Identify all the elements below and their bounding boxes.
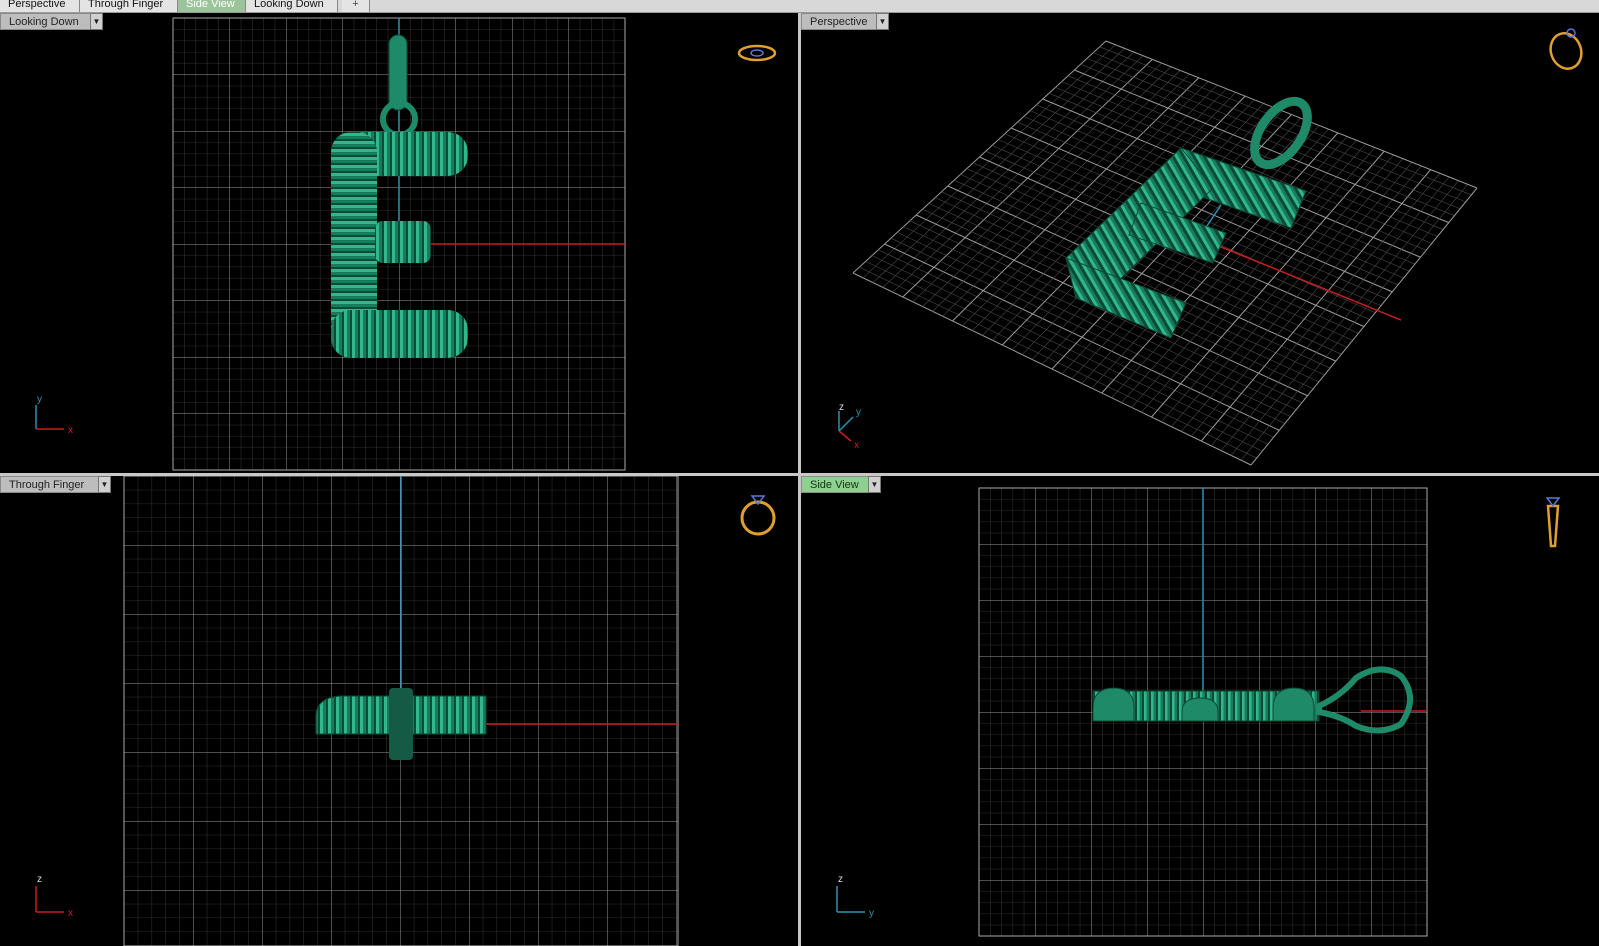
axis-label-z: z — [838, 874, 843, 885]
axis-triad: z y — [836, 874, 874, 919]
viewport-perspective[interactable]: z y x Perspective ▼ — [801, 13, 1599, 473]
tab-through-finger[interactable]: Through Finger — [80, 0, 178, 12]
viewport-label-through-finger[interactable]: Through Finger — [0, 476, 111, 493]
viewport-label-looking-down[interactable]: Looking Down — [0, 13, 103, 30]
viewport-through-finger[interactable]: z x Through Finger ▼ — [0, 476, 798, 946]
viewport-menu-dropdown[interactable]: ▼ — [90, 13, 103, 30]
perspective-canvas[interactable]: z y x — [801, 13, 1599, 473]
axis-label-y: y — [37, 394, 42, 405]
side-view-canvas[interactable]: z y — [801, 476, 1599, 946]
ring-front-view-icon[interactable] — [740, 495, 776, 536]
viewport-menu-dropdown[interactable]: ▼ — [876, 13, 889, 30]
axis-label-y: y — [869, 908, 874, 919]
viewport-looking-down[interactable]: y x Looking Down ▼ — [0, 13, 798, 473]
viewport-menu-dropdown[interactable]: ▼ — [98, 476, 111, 493]
viewport-divider-horizontal[interactable] — [0, 473, 1599, 476]
perspective-grid — [852, 40, 1478, 466]
axis-label-x: x — [68, 908, 73, 919]
tab-perspective[interactable]: Perspective — [0, 0, 80, 12]
viewport-menu-dropdown[interactable]: ▼ — [868, 476, 881, 493]
view-tab-bar: Perspective Through Finger Side View Loo… — [0, 0, 1599, 13]
ring-top-view-icon[interactable] — [737, 44, 777, 62]
ring-perspective-icon[interactable] — [1546, 28, 1587, 73]
axis-label-y: y — [856, 407, 861, 418]
tab-looking-down[interactable]: Looking Down — [246, 0, 338, 12]
axis-label-z: z — [37, 874, 42, 885]
tab-side-view[interactable]: Side View — [178, 0, 246, 12]
axis-triad: z x — [35, 874, 73, 919]
viewport-divider-vertical[interactable] — [798, 13, 801, 946]
add-tab-button[interactable]: + — [342, 0, 370, 12]
axis-label-z: z — [839, 402, 844, 413]
looking-down-canvas[interactable]: y x — [0, 13, 798, 473]
axis-triad: y x — [35, 394, 73, 436]
axis-triad: z y x — [838, 402, 861, 451]
axis-label-x: x — [854, 440, 859, 451]
through-finger-canvas[interactable]: z x — [0, 476, 798, 946]
ring-side-view-icon[interactable] — [1545, 497, 1561, 548]
axis-label-x: x — [68, 425, 73, 436]
viewport-side-view[interactable]: z y Side View ▼ — [801, 476, 1599, 946]
